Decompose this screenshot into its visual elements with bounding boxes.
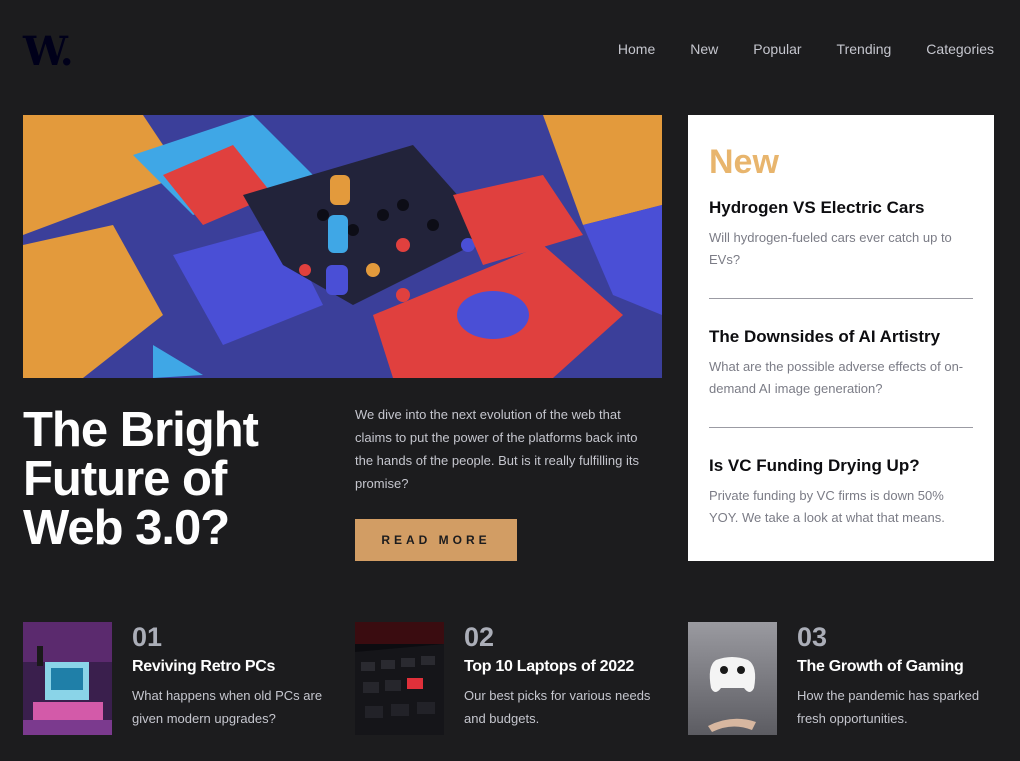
feature-title[interactable]: The Growth of Gaming: [797, 658, 997, 676]
hero-image: [23, 115, 662, 378]
hero-description: We dive into the next evolution of the w…: [355, 407, 639, 491]
read-more-button[interactable]: READ MORE: [355, 519, 517, 561]
new-item[interactable]: The Downsides of AI Artistry What are th…: [709, 298, 973, 427]
feature-desc: What happens when old PCs are given mode…: [132, 688, 323, 726]
site-logo[interactable]: W.: [23, 28, 74, 75]
new-item[interactable]: Hydrogen VS Electric Cars Will hydrogen-…: [709, 198, 973, 298]
new-item-title[interactable]: The Downsides of AI Artistry: [709, 327, 973, 347]
feature-card[interactable]: 03 The Growth of Gaming How the pandemic…: [688, 622, 997, 735]
nav-popular[interactable]: Popular: [753, 41, 801, 57]
nav-home[interactable]: Home: [618, 41, 655, 57]
new-item[interactable]: Is VC Funding Drying Up? Private funding…: [709, 427, 973, 556]
feature-card[interactable]: 01 Reviving Retro PCs What happens when …: [23, 622, 332, 735]
game-controller-thumbnail[interactable]: [688, 622, 777, 735]
hero-title: The Bright Future of Web 3.0?: [23, 403, 259, 555]
feature-card[interactable]: 02 Top 10 Laptops of 2022 Our best picks…: [355, 622, 664, 735]
new-item-title[interactable]: Hydrogen VS Electric Cars: [709, 198, 973, 218]
nav-new[interactable]: New: [690, 41, 718, 57]
feature-title[interactable]: Top 10 Laptops of 2022: [464, 658, 664, 676]
feature-number: 01: [132, 622, 163, 652]
feature-desc: Our best picks for various needs and bud…: [464, 688, 651, 726]
new-heading: New: [709, 143, 779, 181]
retro-pc-thumbnail[interactable]: [23, 622, 112, 735]
top-nav: Home New Popular Trending Categories: [618, 41, 994, 57]
new-item-title[interactable]: Is VC Funding Drying Up?: [709, 456, 973, 476]
new-item-desc: Private funding by VC firms is down 50% …: [709, 488, 945, 525]
nav-trending[interactable]: Trending: [837, 41, 892, 57]
feature-title[interactable]: Reviving Retro PCs: [132, 658, 332, 676]
laptop-keyboard-thumbnail[interactable]: [355, 622, 444, 735]
new-item-desc: Will hydrogen-fueled cars ever catch up …: [709, 230, 952, 267]
new-panel: New Hydrogen VS Electric Cars Will hydro…: [688, 115, 994, 561]
feature-desc: How the pandemic has sparked fresh oppor…: [797, 688, 980, 726]
feature-number: 02: [464, 622, 495, 652]
nav-categories[interactable]: Categories: [926, 41, 994, 57]
new-item-desc: What are the possible adverse effects of…: [709, 359, 964, 396]
feature-number: 03: [797, 622, 828, 652]
